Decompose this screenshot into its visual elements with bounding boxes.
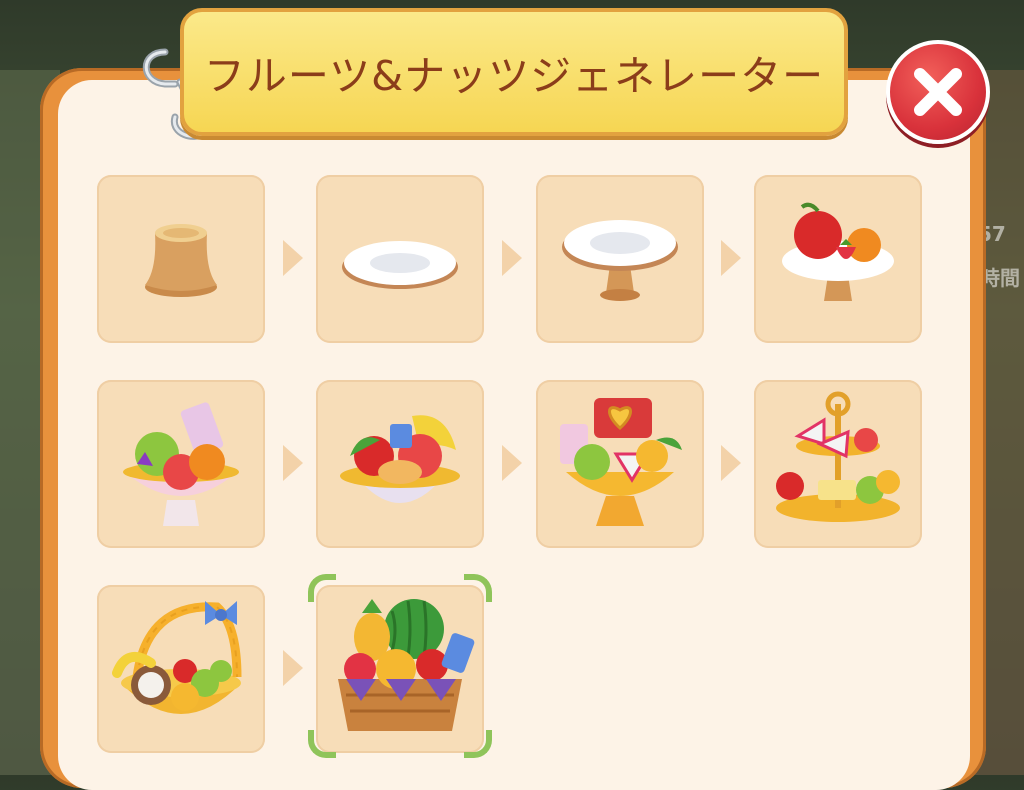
heart-fruit-cup-item[interactable] [536, 380, 704, 548]
arrow-3 [721, 240, 741, 276]
white-plate-icon [342, 241, 458, 289]
arrow-1 [283, 240, 303, 276]
pedestal-plate-item[interactable] [536, 175, 704, 343]
window-title: フルーツ&ナッツジェネレーター [203, 52, 825, 100]
banana-fruit-bowl-icon [340, 415, 460, 503]
arrow-2 [502, 240, 522, 276]
arrow-5 [502, 445, 522, 481]
ribbon-fruit-basket-icon [112, 601, 242, 714]
fruit-plate-icon [782, 202, 894, 301]
window-title-banner: フルーツ&ナッツジェネレーター [180, 8, 848, 136]
wooden-stand-item[interactable] [97, 175, 265, 343]
fruit-bowl-item[interactable] [97, 380, 265, 548]
banana-fruit-bowl-item[interactable] [316, 380, 484, 548]
watermelon-fruit-basket-icon [338, 599, 475, 731]
tiered-fruit-stand-icon [776, 391, 900, 522]
ribbon-fruit-basket-item[interactable] [97, 585, 265, 753]
close-button[interactable] [886, 40, 990, 144]
arrow-4 [283, 445, 303, 481]
watermelon-fruit-basket-item[interactable] [316, 585, 484, 753]
close-icon [914, 68, 962, 116]
arrow-6 [721, 445, 741, 481]
fruit-bowl-icon [123, 402, 239, 526]
arrow-7 [283, 650, 303, 686]
wooden-stand-icon [145, 224, 217, 297]
heart-fruit-cup-icon [560, 398, 682, 526]
fruit-plate-item[interactable] [754, 175, 922, 343]
white-plate-item[interactable] [316, 175, 484, 343]
tiered-fruit-stand-item[interactable] [754, 380, 922, 548]
background-time: 時間 [980, 266, 1020, 290]
pedestal-plate-icon [562, 220, 678, 301]
